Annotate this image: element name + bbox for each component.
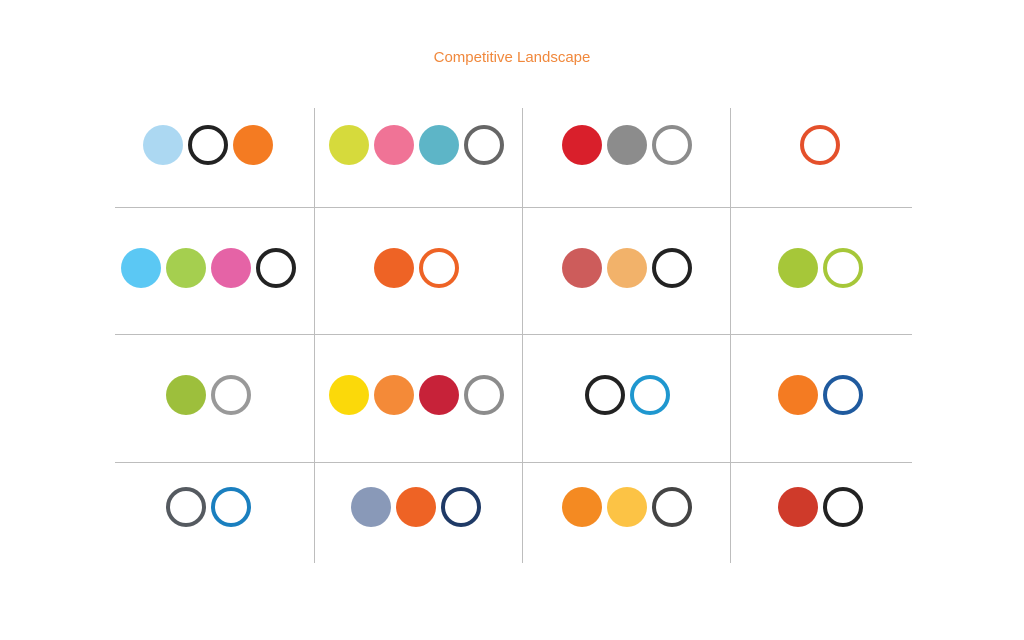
color-swatch-outline xyxy=(652,248,692,288)
color-swatch-filled xyxy=(328,375,369,415)
color-swatch-outline xyxy=(188,125,228,165)
color-swatch-outline xyxy=(165,487,206,527)
color-swatch-filled xyxy=(562,248,602,288)
color-swatch-outline xyxy=(463,375,504,415)
color-swatch-outline xyxy=(463,125,504,165)
grid-divider-vertical xyxy=(314,108,315,563)
grid-divider-horizontal xyxy=(115,462,912,463)
color-swatch-filled xyxy=(777,248,818,288)
grid-divider-vertical xyxy=(522,108,523,563)
color-swatch-filled xyxy=(328,125,369,165)
color-swatch-outline xyxy=(210,487,251,527)
color-swatch-filled xyxy=(418,375,459,415)
color-swatch-filled xyxy=(607,248,647,288)
color-swatch-filled xyxy=(143,125,183,165)
color-swatch-filled xyxy=(777,487,818,527)
color-swatch-filled xyxy=(233,125,273,165)
color-swatch-filled xyxy=(120,248,161,288)
grid-divider-horizontal xyxy=(115,207,912,208)
grid-divider-horizontal xyxy=(115,334,912,335)
color-swatch-filled xyxy=(607,487,647,527)
color-swatch-outline xyxy=(255,248,296,288)
color-swatch-outline xyxy=(584,375,625,415)
color-swatch-filled xyxy=(210,248,251,288)
color-swatch-outline xyxy=(652,487,692,527)
color-swatch-outline xyxy=(822,248,863,288)
color-swatch-outline xyxy=(800,125,840,165)
color-swatch-outline xyxy=(822,375,863,415)
color-swatch-outline xyxy=(629,375,670,415)
grid-divider-vertical xyxy=(730,108,731,563)
color-swatch-filled xyxy=(373,375,414,415)
color-swatch-filled xyxy=(165,375,206,415)
color-swatch-filled xyxy=(777,375,818,415)
color-swatch-outline xyxy=(441,487,481,527)
color-swatch-filled xyxy=(562,125,602,165)
page-title: Competitive Landscape xyxy=(433,49,591,66)
color-swatch-filled xyxy=(373,125,414,165)
color-swatch-outline xyxy=(418,248,459,288)
color-swatch-filled xyxy=(165,248,206,288)
color-swatch-filled xyxy=(607,125,647,165)
color-swatch-filled xyxy=(418,125,459,165)
color-swatch-filled xyxy=(396,487,436,527)
color-swatch-outline xyxy=(822,487,863,527)
color-swatch-filled xyxy=(562,487,602,527)
color-swatch-outline xyxy=(652,125,692,165)
color-swatch-filled xyxy=(351,487,391,527)
color-swatch-outline xyxy=(210,375,251,415)
color-swatch-filled xyxy=(373,248,414,288)
